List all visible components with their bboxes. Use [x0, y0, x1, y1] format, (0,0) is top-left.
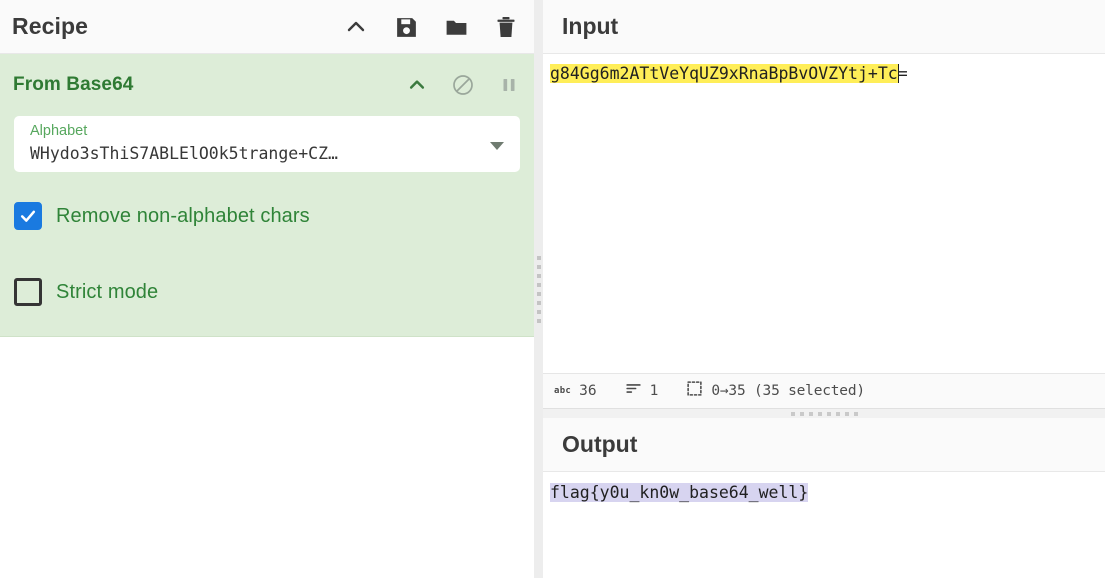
- splitter-dot: [817, 411, 822, 416]
- splitter-dot: [799, 411, 804, 416]
- checkbox-strict-mode[interactable]: Strict mode: [14, 278, 534, 306]
- checkbox-checked-box[interactable]: [14, 202, 42, 230]
- splitter-dot: [835, 411, 840, 416]
- splitter-dot: [536, 300, 541, 305]
- input-line: g84Gg6m2ATtVeYqUZ9xRnaBpBvOVZYtj+Tc=: [550, 63, 1105, 85]
- vertical-splitter[interactable]: [534, 0, 543, 578]
- disable-icon[interactable]: [450, 72, 476, 98]
- trash-icon[interactable]: [492, 13, 520, 41]
- splitter-dot: [536, 255, 541, 260]
- operation-from-base64[interactable]: From Base64 Alphabet WHydo3sThiS7ABLElO0…: [0, 54, 534, 337]
- input-trailing-text[interactable]: =: [898, 64, 908, 83]
- splitter-dot: [536, 264, 541, 269]
- status-selection-value: 0→35 (35 selected): [711, 383, 865, 399]
- recipe-title-bar: Recipe: [0, 0, 534, 54]
- status-lines-value: 1: [649, 383, 659, 399]
- output-editor[interactable]: flag{y0u_kn0w_base64_well}: [543, 473, 1105, 578]
- output-section: Output flag{y0u_kn0w_base64_well}: [543, 418, 1105, 578]
- cyberchef-window: Recipe From Base64 Alphabet WHydo3sThiS7…: [0, 0, 1105, 578]
- status-length: abc 36: [554, 383, 597, 399]
- selection-icon: [686, 380, 703, 402]
- page-title: Recipe: [12, 13, 89, 39]
- input-section: Input g84Gg6m2ATtVeYqUZ9xRnaBpBvOVZYtj+T…: [543, 0, 1105, 409]
- lines-icon: [625, 380, 642, 402]
- output-line: flag{y0u_kn0w_base64_well}: [550, 482, 1105, 504]
- abc-icon: abc: [554, 385, 572, 396]
- operation-title: From Base64: [13, 74, 134, 95]
- input-title: Input: [562, 13, 619, 39]
- operation-controls: [404, 54, 522, 116]
- splitter-dot: [826, 411, 831, 416]
- output-title-bar: Output: [543, 418, 1105, 472]
- alphabet-value: WHydo3sThiS7ABLElO0k5trange+CZ…: [30, 144, 338, 163]
- alphabet-label: Alphabet: [30, 123, 88, 139]
- status-selection: 0→35 (35 selected): [686, 380, 865, 402]
- chevron-up-icon[interactable]: [404, 72, 430, 98]
- recipe-toolbar: [342, 0, 520, 54]
- splitter-dot: [536, 318, 541, 323]
- input-status-bar: abc 36 1 0→35 (35 selected): [543, 373, 1105, 409]
- checkbox-remove-non-alphabet-chars[interactable]: Remove non-alphabet chars: [14, 202, 534, 230]
- chevron-up-icon[interactable]: [342, 13, 370, 41]
- status-lines: 1: [625, 380, 659, 402]
- splitter-dot: [808, 411, 813, 416]
- checkbox-label: Strict mode: [56, 280, 159, 303]
- operation-header: From Base64: [0, 54, 534, 116]
- save-icon[interactable]: [392, 13, 420, 41]
- input-title-bar: Input: [543, 0, 1105, 54]
- folder-icon[interactable]: [442, 13, 470, 41]
- splitter-dot: [844, 411, 849, 416]
- splitter-dot: [536, 309, 541, 314]
- splitter-dot: [536, 291, 541, 296]
- pause-icon[interactable]: [496, 72, 522, 98]
- horizontal-splitter[interactable]: [543, 409, 1105, 418]
- output-title: Output: [562, 431, 638, 457]
- status-length-value: 36: [579, 383, 597, 399]
- checkbox-empty-box[interactable]: [14, 278, 42, 306]
- splitter-dot: [790, 411, 795, 416]
- io-pane: Input g84Gg6m2ATtVeYqUZ9xRnaBpBvOVZYtj+T…: [543, 0, 1105, 578]
- splitter-dot: [853, 411, 858, 416]
- checkbox-label: Remove non-alphabet chars: [56, 204, 310, 227]
- recipe-pane: Recipe From Base64 Alphabet WHydo3sThiS7…: [0, 0, 534, 578]
- output-text[interactable]: flag{y0u_kn0w_base64_well}: [550, 483, 809, 502]
- splitter-dot: [536, 273, 541, 278]
- chevron-down-icon[interactable]: [490, 142, 504, 150]
- input-highlighted-text[interactable]: g84Gg6m2ATtVeYqUZ9xRnaBpBvOVZYtj+Tc: [550, 64, 898, 83]
- alphabet-field[interactable]: Alphabet WHydo3sThiS7ABLElO0k5trange+CZ…: [14, 116, 520, 172]
- input-editor[interactable]: g84Gg6m2ATtVeYqUZ9xRnaBpBvOVZYtj+Tc=: [543, 54, 1105, 373]
- splitter-dot: [536, 282, 541, 287]
